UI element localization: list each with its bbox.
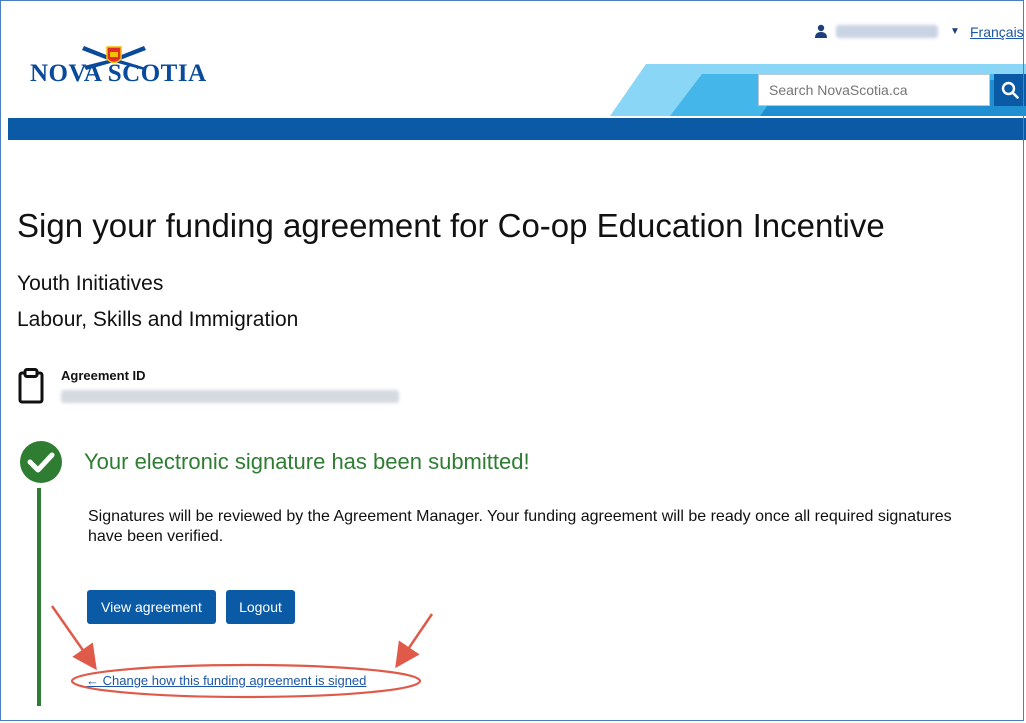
user-icon bbox=[815, 24, 827, 38]
search-input[interactable] bbox=[758, 74, 990, 106]
check-circle-icon bbox=[20, 441, 62, 483]
header-bar bbox=[8, 118, 1026, 140]
user-name bbox=[836, 24, 938, 38]
caret-down-icon: ▼ bbox=[950, 25, 960, 37]
program-name: Youth Initiatives bbox=[17, 272, 164, 295]
success-message: Signatures will be reviewed by the Agree… bbox=[88, 508, 952, 545]
view-agreement-button[interactable]: View agreement bbox=[87, 590, 216, 624]
search-button[interactable] bbox=[994, 74, 1026, 106]
success-heading: Your electronic signature has been submi… bbox=[84, 449, 530, 474]
change-signing-method-link[interactable]: ← Change how this funding agreement is s… bbox=[86, 673, 366, 688]
success-left-border bbox=[37, 488, 41, 706]
agreement-id-label: Agreement ID bbox=[61, 368, 146, 383]
agreement-id-value bbox=[61, 390, 399, 403]
logout-button[interactable]: Logout bbox=[226, 590, 295, 624]
language-toggle-link[interactable]: Français bbox=[970, 24, 1024, 40]
annotation-arrow-right bbox=[395, 613, 434, 669]
clipboard-icon bbox=[18, 368, 44, 404]
site-header: NOVA SCOTIA ▼ Français bbox=[0, 0, 1026, 140]
logo-text: NOVA SCOTIA bbox=[30, 60, 207, 87]
search-icon bbox=[1001, 81, 1019, 99]
user-menu[interactable]: ▼ bbox=[814, 24, 960, 38]
nova-scotia-logo[interactable]: NOVA SCOTIA bbox=[30, 42, 206, 92]
page-title: Sign your funding agreement for Co-op Ed… bbox=[17, 207, 885, 244]
department-name: Labour, Skills and Immigration bbox=[17, 308, 299, 331]
